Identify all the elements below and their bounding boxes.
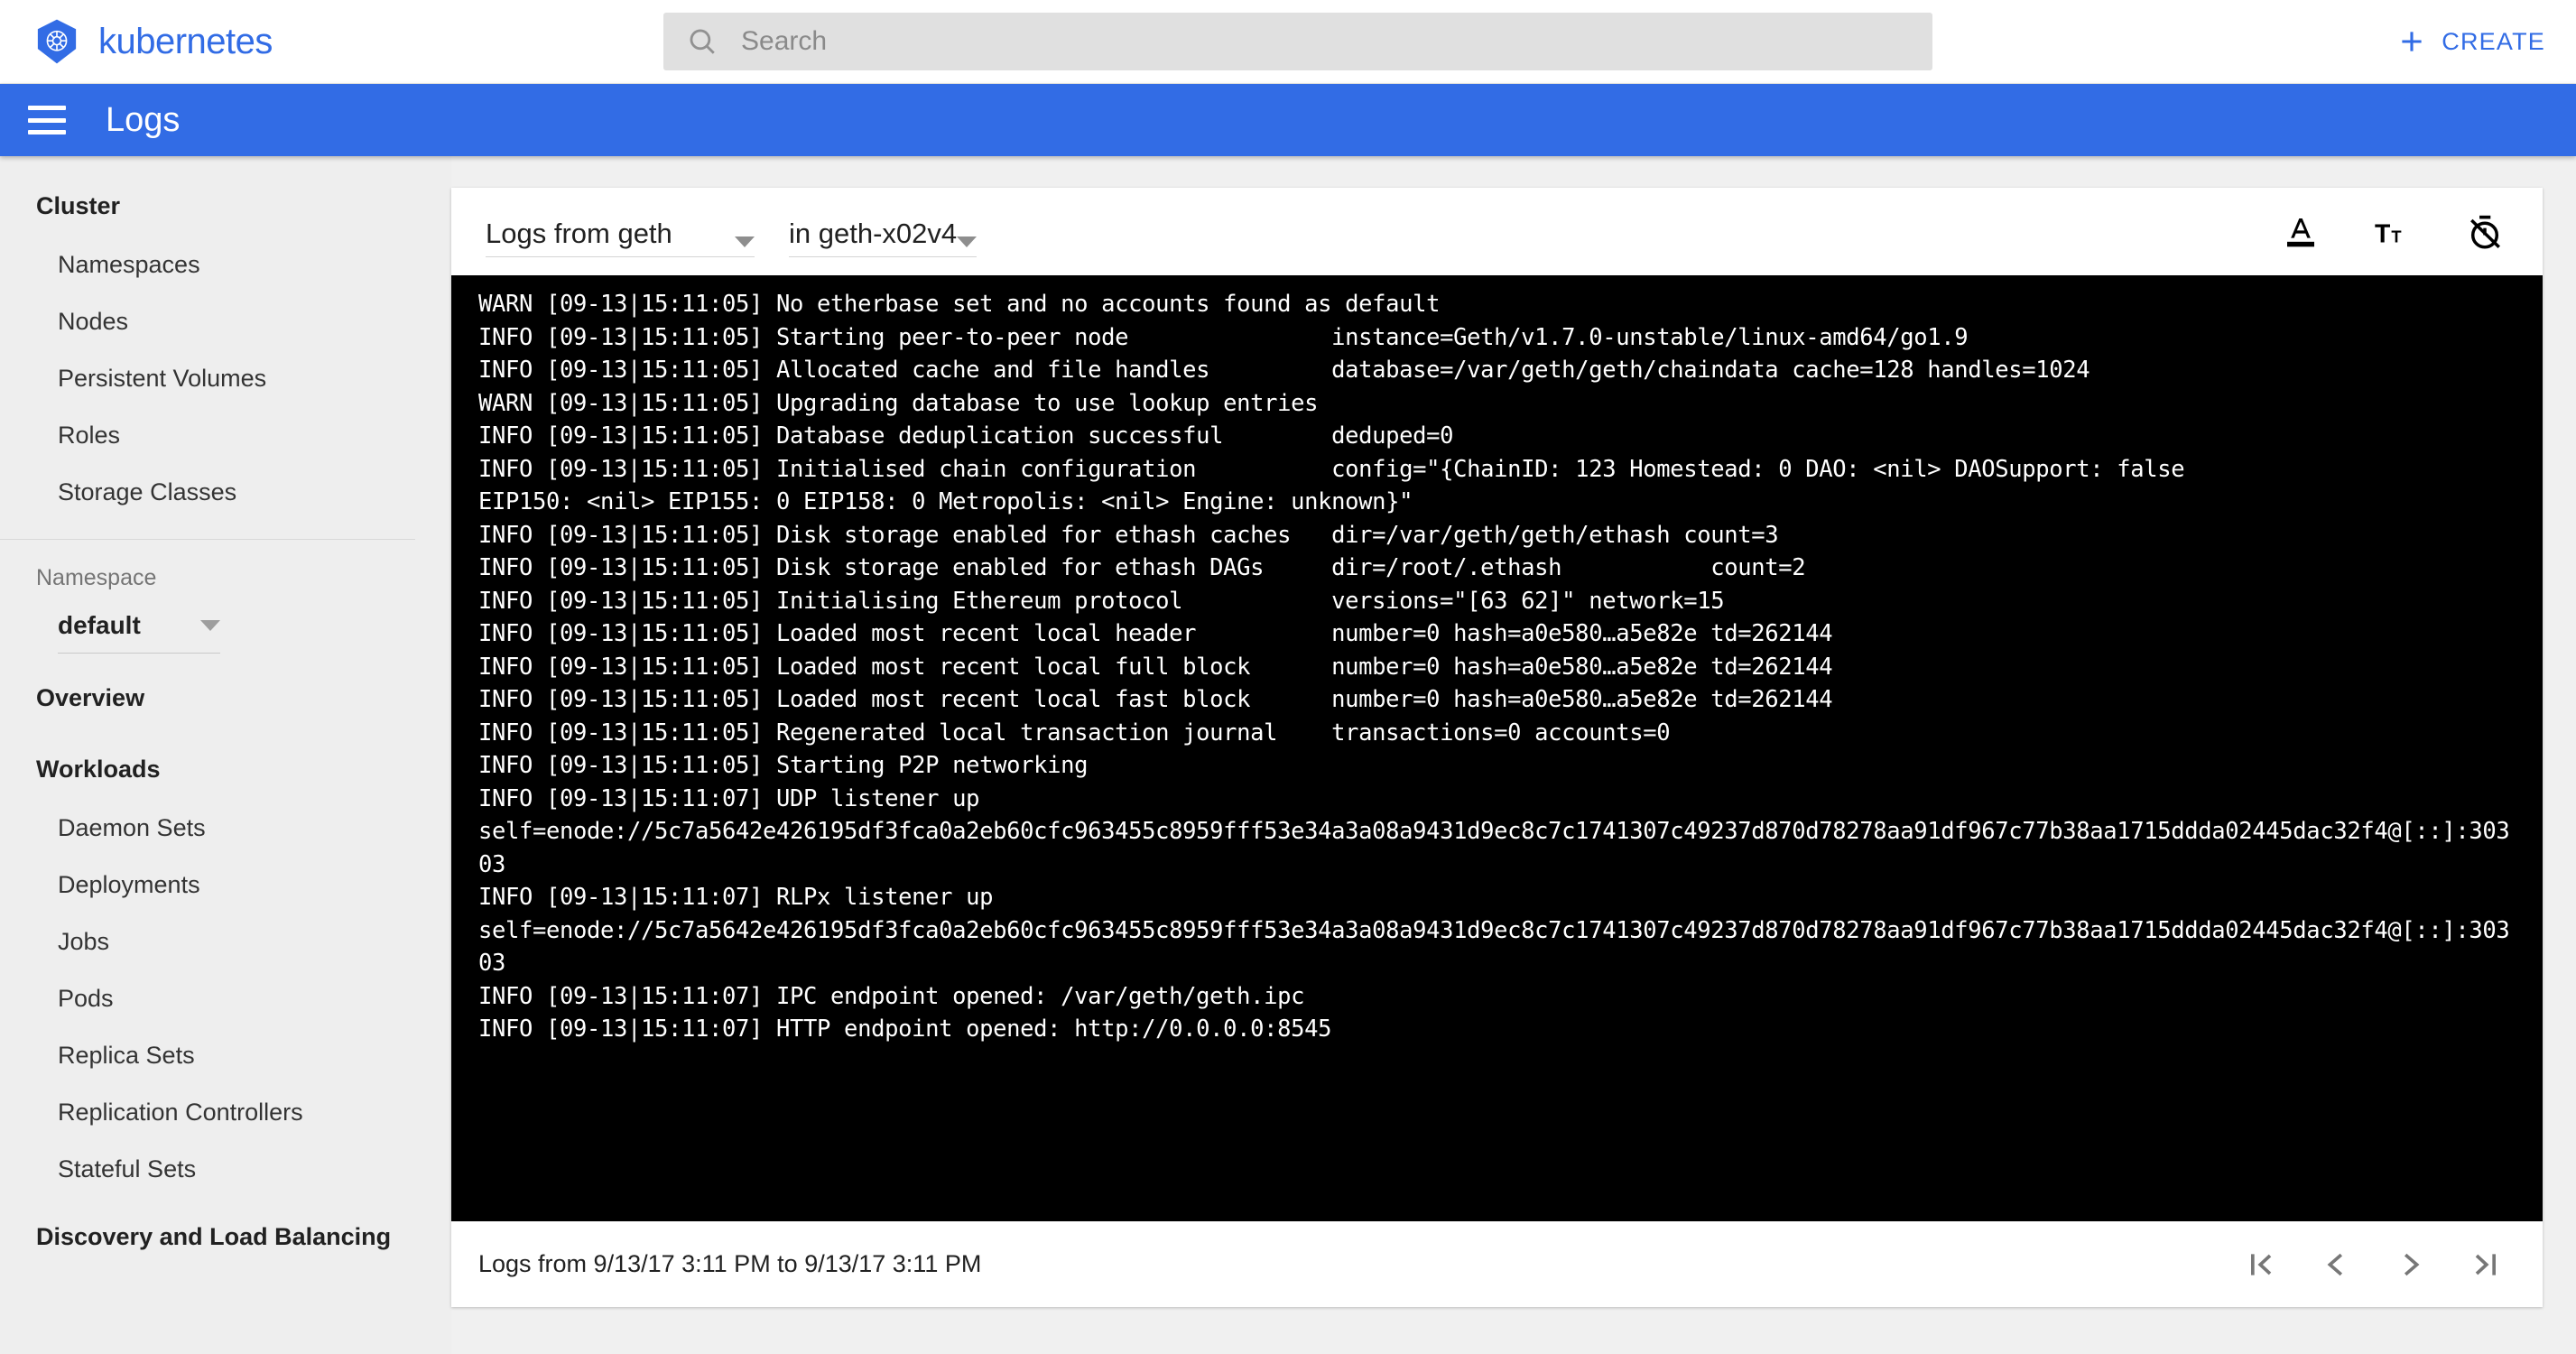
sidebar-item-jobs[interactable]: Jobs: [0, 913, 451, 970]
namespace-value: default: [58, 611, 141, 639]
sidebar-item-namespaces[interactable]: Namespaces: [0, 236, 451, 293]
svg-text:T: T: [2391, 227, 2401, 246]
log-line: WARN [09-13|15:11:05] No etherbase set a…: [478, 291, 1441, 318]
log-line: INFO [09-13|15:11:05] Loaded most recent…: [478, 686, 1833, 713]
logs-card-header: Logs from geth in geth-x02v4 T T: [451, 188, 2543, 275]
brand-area[interactable]: kubernetes: [0, 18, 663, 65]
search-input[interactable]: [718, 26, 1909, 57]
pod-select-value: in geth-x02v4: [789, 217, 958, 249]
search-icon: [690, 29, 715, 54]
timer-off-icon[interactable]: [2465, 212, 2505, 252]
log-line: INFO [09-13|15:11:05] Disk storage enabl…: [478, 554, 1806, 581]
create-button-label: CREATE: [2442, 27, 2545, 55]
log-line: INFO [09-13|15:11:05] Loaded most recent…: [478, 653, 1833, 681]
log-line: INFO [09-13|15:11:05] Allocated cache an…: [478, 357, 2090, 384]
sidebar-item-roles[interactable]: Roles: [0, 407, 451, 464]
log-console[interactable]: WARN [09-13|15:11:05] No etherbase set a…: [451, 275, 2543, 1221]
container-select[interactable]: Logs from geth: [486, 219, 755, 257]
menu-icon[interactable]: [28, 106, 66, 134]
next-page-icon[interactable]: [2388, 1242, 2433, 1287]
sidebar: Cluster Namespaces Nodes Persistent Volu…: [0, 156, 451, 1354]
sidebar-item-nodes[interactable]: Nodes: [0, 293, 451, 350]
logs-time-range: Logs from 9/13/17 3:11 PM to 9/13/17 3:1…: [478, 1250, 982, 1277]
sidebar-item-overview[interactable]: Overview: [0, 654, 451, 728]
log-line: INFO [09-13|15:11:05] Database deduplica…: [478, 422, 1454, 450]
first-page-icon[interactable]: [2238, 1242, 2284, 1287]
log-line: INFO [09-13|15:11:05] Starting peer-to-p…: [478, 323, 1969, 351]
log-line: self=enode://5c7a5642e426195df3fca0a2eb6…: [478, 916, 2510, 978]
page-title: Logs: [106, 100, 181, 139]
kubernetes-logo-icon: [37, 19, 77, 64]
format-size-icon[interactable]: T T: [2373, 212, 2413, 252]
format-color-text-icon[interactable]: [2281, 212, 2321, 252]
log-line: INFO [09-13|15:11:07] RLPx listener up: [478, 884, 994, 911]
last-page-icon[interactable]: [2463, 1242, 2508, 1287]
sidebar-item-replica-sets[interactable]: Replica Sets: [0, 1027, 451, 1084]
log-line: WARN [09-13|15:11:05] Upgrading database…: [478, 389, 1319, 417]
sidebar-item-replication-controllers[interactable]: Replication Controllers: [0, 1084, 451, 1141]
sidebar-item-stateful-sets[interactable]: Stateful Sets: [0, 1141, 451, 1198]
log-line: INFO [09-13|15:11:07] HTTP endpoint open…: [478, 1016, 1332, 1043]
namespace-label: Namespace: [36, 565, 157, 590]
pod-select[interactable]: in geth-x02v4: [789, 217, 978, 257]
log-line: INFO [09-13|15:11:05] Disk storage enabl…: [478, 521, 1779, 549]
log-line: INFO [09-13|15:11:07] IPC endpoint opene…: [478, 982, 1305, 1010]
svg-text:T: T: [2375, 219, 2390, 248]
log-line: INFO [09-13|15:11:05] Starting P2P netwo…: [478, 752, 1089, 779]
body-row: Cluster Namespaces Nodes Persistent Volu…: [0, 156, 2576, 1354]
brand-name: kubernetes: [98, 21, 273, 61]
top-bar: kubernetes CREATE: [0, 0, 2576, 84]
sidebar-item-pods[interactable]: Pods: [0, 970, 451, 1027]
logs-card: Logs from geth in geth-x02v4 T T WARN [0…: [451, 188, 2543, 1307]
chevron-down-icon: [200, 620, 220, 631]
pagination: [2238, 1242, 2519, 1287]
chevron-down-icon: [735, 236, 755, 247]
log-line: INFO [09-13|15:11:05] Initialising Ether…: [478, 587, 1725, 615]
main-content: Logs from geth in geth-x02v4 T T WARN [0…: [451, 156, 2576, 1354]
logs-card-footer: Logs from 9/13/17 3:11 PM to 9/13/17 3:1…: [451, 1221, 2543, 1307]
sidebar-item-storage-classes[interactable]: Storage Classes: [0, 464, 451, 521]
plus-icon: [2402, 32, 2422, 51]
logs-toolbar: T T: [2281, 212, 2516, 252]
namespace-select[interactable]: default: [58, 611, 220, 654]
log-line: INFO [09-13|15:11:05] Loaded most recent…: [478, 620, 1833, 647]
search-bar[interactable]: [663, 13, 1932, 70]
log-line: self=enode://5c7a5642e426195df3fca0a2eb6…: [478, 818, 2510, 878]
sidebar-header-discovery: Discovery and Load Balancing: [36, 1223, 392, 1250]
sidebar-header-workloads: Workloads: [36, 756, 161, 783]
chevron-down-icon: [957, 236, 978, 247]
sidebar-item-daemon-sets[interactable]: Daemon Sets: [0, 800, 451, 857]
sidebar-item-persistent-volumes[interactable]: Persistent Volumes: [0, 350, 451, 407]
create-button[interactable]: CREATE: [2396, 26, 2545, 57]
sidebar-item-deployments[interactable]: Deployments: [0, 857, 451, 913]
sidebar-header-cluster: Cluster: [36, 192, 121, 219]
log-line: EIP150: <nil> EIP155: 0 EIP158: 0 Metrop…: [478, 488, 1413, 515]
action-bar: Logs: [0, 84, 2576, 156]
log-line: INFO [09-13|15:11:05] Initialised chain …: [478, 455, 2185, 483]
log-line: INFO [09-13|15:11:05] Regenerated local …: [478, 719, 1671, 747]
previous-page-icon[interactable]: [2313, 1242, 2358, 1287]
container-select-value: Logs from geth: [486, 217, 672, 249]
log-line: INFO [09-13|15:11:07] UDP listener up: [478, 784, 980, 812]
